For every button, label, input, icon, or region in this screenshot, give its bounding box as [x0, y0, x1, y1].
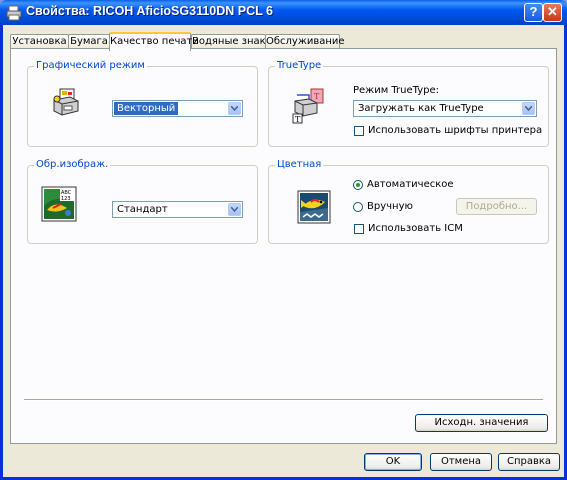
svg-text:T: T	[314, 92, 320, 101]
image-processing-value: Стандарт	[117, 204, 168, 215]
graphics-mode-label: Графический режим	[34, 60, 147, 71]
truetype-label: TrueType	[275, 60, 324, 71]
graphics-mode-select[interactable]: Векторный	[112, 100, 243, 117]
cancel-button[interactable]: Отмена	[430, 453, 492, 471]
truetype-mode-label: Режим TrueType:	[353, 85, 439, 96]
help-button[interactable]: Справка	[498, 453, 560, 471]
properties-dialog: Свойства: RICOH AficioSG3110DN PCL 6 ? ✕…	[0, 0, 567, 480]
printer-title-icon	[6, 5, 22, 21]
help-title-button[interactable]: ?	[524, 3, 543, 22]
image-processing-select[interactable]: Стандарт	[112, 201, 243, 218]
separator	[24, 399, 543, 401]
color-label: Цветная	[275, 159, 324, 170]
image-abc-icon: ABC 123	[41, 186, 77, 222]
tab-print-quality[interactable]: Качество печати	[109, 32, 199, 51]
chevron-down-icon[interactable]	[522, 102, 535, 115]
tab-maintenance[interactable]: Обслуживание	[265, 34, 345, 49]
color-fish-icon	[297, 190, 331, 224]
truetype-group: TrueType T T Режим TrueType: Загружать к…	[268, 60, 549, 147]
chevron-down-icon[interactable]	[228, 102, 241, 115]
printer-truetype-icon: T T	[292, 88, 324, 124]
use-icm-checkbox[interactable]	[354, 224, 364, 234]
use-printer-fonts-label: Использовать шрифты принтера	[368, 125, 543, 136]
color-manual-label: Вручную	[367, 201, 413, 212]
ok-button[interactable]: OK	[364, 453, 422, 471]
truetype-mode-value: Загружать как TrueType	[358, 103, 484, 114]
tab-setup[interactable]: Установка	[10, 34, 69, 49]
defaults-button[interactable]: Исходн. значения	[415, 414, 548, 432]
svg-text:123: 123	[61, 196, 71, 202]
close-button[interactable]: ✕	[543, 3, 562, 22]
image-processing-label: Обр.изображ.	[34, 159, 111, 170]
tab-panel: Графический режим Векторный TrueType T T…	[10, 48, 557, 444]
svg-text:T: T	[295, 115, 301, 124]
details-button[interactable]: Подробно...	[456, 198, 537, 215]
printer-graphics-icon	[53, 88, 79, 116]
color-auto-radio[interactable]	[353, 180, 363, 190]
color-manual-radio[interactable]	[353, 202, 363, 212]
tab-watermarks[interactable]: Водяные знаки	[191, 34, 272, 49]
use-printer-fonts-checkbox[interactable]	[354, 126, 364, 136]
image-processing-group: Обр.изображ. ABC 123 Стандарт	[27, 159, 258, 244]
graphics-mode-value: Векторный	[114, 102, 179, 115]
color-auto-label: Автоматическое	[367, 179, 454, 190]
graphics-mode-group: Графический режим Векторный	[27, 60, 258, 147]
tab-paper[interactable]: Бумага	[68, 34, 110, 49]
title-bar[interactable]: Свойства: RICOH AficioSG3110DN PCL 6 ? ✕	[0, 0, 567, 25]
use-icm-label: Использовать ICM	[368, 223, 463, 234]
truetype-mode-select[interactable]: Загружать как TrueType	[353, 100, 537, 117]
window-title: Свойства: RICOH AficioSG3110DN PCL 6	[26, 4, 273, 18]
color-group: Цветная Автоматическое Вручную Подробно.…	[268, 159, 549, 244]
chevron-down-icon[interactable]	[228, 203, 241, 216]
